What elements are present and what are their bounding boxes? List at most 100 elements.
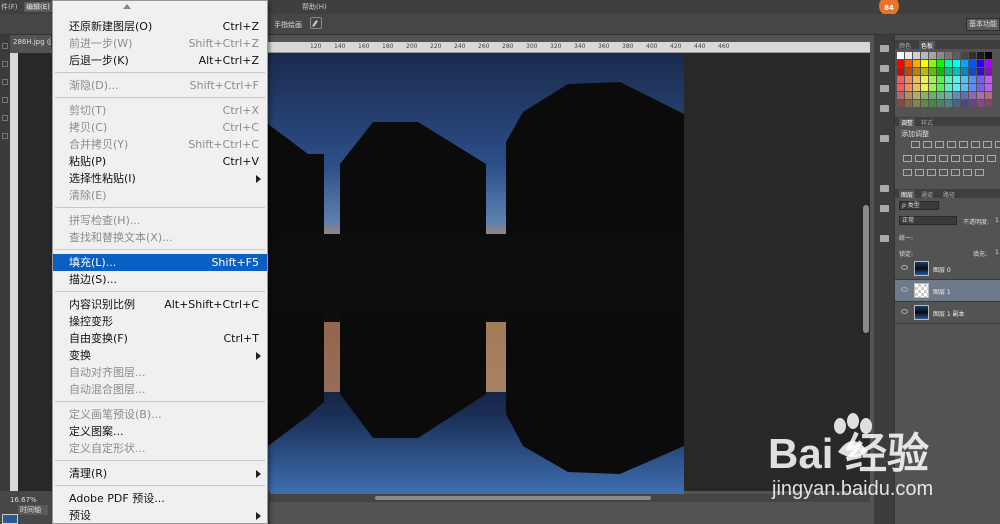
color-swatch[interactable] (897, 84, 904, 91)
color-swatch[interactable] (897, 100, 904, 107)
adjustment-icon[interactable] (923, 141, 932, 148)
layer-row[interactable]: 图层 0 (895, 258, 1000, 280)
adjustment-icon[interactable] (951, 155, 960, 162)
color-swatch[interactable] (937, 92, 944, 99)
adjustment-icon[interactable] (915, 155, 924, 162)
menu-item[interactable]: 变换 (53, 347, 267, 364)
color-swatch[interactable] (913, 60, 920, 67)
timeline-thumbnail[interactable] (2, 514, 18, 524)
color-swatch[interactable] (985, 52, 992, 59)
color-swatch[interactable] (977, 60, 984, 67)
notes-icon[interactable] (880, 235, 889, 242)
color-swatch[interactable] (945, 52, 952, 59)
zoom-level[interactable]: 16.67% (10, 496, 37, 504)
color-swatch[interactable] (953, 76, 960, 83)
color-swatch[interactable] (913, 100, 920, 107)
color-swatch[interactable] (945, 60, 952, 67)
adjustment-icon[interactable] (971, 141, 980, 148)
visibility-eye-icon[interactable] (901, 265, 908, 270)
menu-item[interactable]: Adobe PDF 预设... (53, 490, 267, 507)
adjustment-icon[interactable] (915, 169, 924, 176)
color-swatch[interactable] (969, 100, 976, 107)
fill-value[interactable]: 1 (995, 249, 999, 256)
layer-kind-filter[interactable]: ρ 类型 (899, 201, 939, 210)
adjustment-icon[interactable] (935, 141, 944, 148)
color-swatch[interactable] (921, 60, 928, 67)
color-swatch[interactable] (977, 100, 984, 107)
layer-row[interactable]: 图层 1 (895, 280, 1000, 302)
color-swatch[interactable] (921, 84, 928, 91)
color-swatch[interactable] (929, 68, 936, 75)
tab-layers[interactable]: 图层 (899, 190, 916, 199)
color-swatch[interactable] (913, 68, 920, 75)
color-swatch[interactable] (905, 60, 912, 67)
color-swatch[interactable] (977, 68, 984, 75)
color-swatch[interactable] (953, 52, 960, 59)
color-swatch[interactable] (937, 52, 944, 59)
color-swatch[interactable] (969, 52, 976, 59)
adjustment-icon[interactable] (975, 155, 984, 162)
color-swatch[interactable] (937, 84, 944, 91)
history-icon[interactable] (880, 45, 889, 52)
timeline-tab[interactable]: 时间轴 (18, 505, 48, 515)
color-swatch[interactable] (929, 76, 936, 83)
color-swatch[interactable] (897, 52, 904, 59)
color-swatch[interactable] (969, 92, 976, 99)
menu-item[interactable]: 填充(L)... Shift+F5 (53, 254, 267, 271)
adjustment-icon[interactable] (939, 169, 948, 176)
adjustment-icon[interactable] (975, 169, 984, 176)
color-swatch[interactable] (905, 52, 912, 59)
brush-tool-icon[interactable] (2, 133, 8, 139)
layer-row[interactable]: 图层 1 副本 (895, 302, 1000, 324)
marquee-tool-icon[interactable] (2, 61, 8, 67)
opacity-value[interactable]: 1 (995, 217, 999, 224)
color-swatch[interactable] (969, 60, 976, 67)
adjustment-icon[interactable] (983, 141, 992, 148)
color-swatch[interactable] (977, 52, 984, 59)
menu-item[interactable]: 还原新建图层(O) Ctrl+Z (53, 18, 267, 35)
menu-item[interactable]: 粘贴(P) Ctrl+V (53, 153, 267, 170)
color-swatch[interactable] (977, 76, 984, 83)
color-swatch[interactable] (985, 76, 992, 83)
color-swatch[interactable] (921, 100, 928, 107)
color-swatch[interactable] (985, 84, 992, 91)
adjustment-icon[interactable] (927, 155, 936, 162)
adjustment-icon[interactable] (963, 169, 972, 176)
tab-channels[interactable]: 通道 (921, 190, 933, 199)
color-swatch[interactable] (945, 92, 952, 99)
scroll-up-arrow-icon[interactable] (123, 4, 131, 9)
workspace-button[interactable]: 基本功能 (966, 18, 1000, 31)
color-swatch[interactable] (945, 100, 952, 107)
color-swatch[interactable] (905, 92, 912, 99)
color-swatch[interactable] (905, 100, 912, 107)
menu-edit[interactable]: 编辑(E) (24, 2, 52, 12)
color-swatch[interactable] (897, 68, 904, 75)
menu-item[interactable]: 预设 (53, 507, 267, 524)
color-swatch[interactable] (961, 92, 968, 99)
color-swatch[interactable] (937, 68, 944, 75)
color-swatch[interactable] (913, 84, 920, 91)
tab-color[interactable]: 颜色 (899, 41, 911, 50)
adjustment-icon[interactable] (903, 169, 912, 176)
lasso-tool-icon[interactable] (2, 79, 8, 85)
tab-adjustments[interactable]: 调整 (899, 118, 916, 127)
tab-styles[interactable]: 样式 (921, 118, 933, 127)
play-icon[interactable] (880, 65, 889, 72)
color-swatch[interactable] (953, 68, 960, 75)
menu-item[interactable]: 定义图案... (53, 423, 267, 440)
blend-mode-select[interactable]: 正常 (899, 216, 957, 225)
adjustment-icon[interactable] (987, 155, 996, 162)
visibility-eye-icon[interactable] (901, 287, 908, 292)
color-swatch[interactable] (929, 100, 936, 107)
color-swatch[interactable] (961, 68, 968, 75)
menu-file[interactable]: 件(F) (1, 2, 18, 12)
color-swatch[interactable] (945, 76, 952, 83)
finger-painting-label[interactable]: 手指绘画 (274, 20, 302, 30)
color-swatch[interactable] (961, 84, 968, 91)
color-swatch[interactable] (921, 52, 928, 59)
color-swatch[interactable] (937, 60, 944, 67)
color-swatch[interactable] (929, 92, 936, 99)
eyedropper-tool-icon[interactable] (2, 115, 8, 121)
color-swatch[interactable] (921, 76, 928, 83)
color-swatch[interactable] (985, 100, 992, 107)
